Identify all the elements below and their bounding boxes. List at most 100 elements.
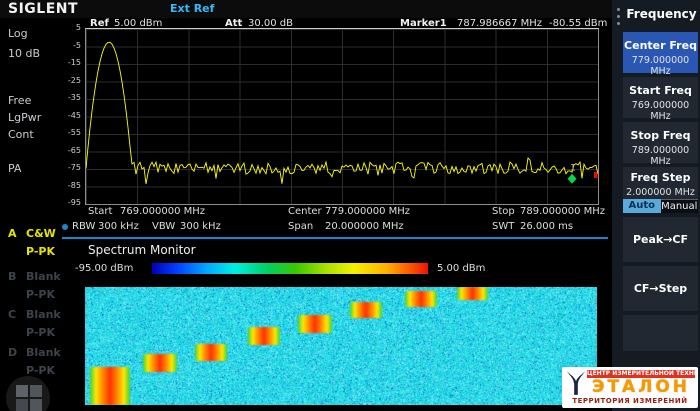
preamp-status: PA bbox=[8, 162, 21, 175]
y-tick: -15 bbox=[60, 59, 81, 67]
spectrum-monitor-title: Spectrum Monitor bbox=[88, 243, 196, 257]
grid-icon bbox=[16, 385, 42, 411]
power-mode: LgPwr bbox=[8, 111, 41, 124]
start-freq-label: Start Freq bbox=[623, 84, 698, 97]
menu-handle[interactable] bbox=[614, 8, 622, 34]
y-tick: -45 bbox=[60, 112, 81, 120]
trace-a-id: A bbox=[8, 227, 17, 240]
trace-a-detector: P-PK bbox=[26, 245, 55, 258]
analyzer-screen: SIGLENT Ext Ref Ref 5.00 dBm Att 30.00 d… bbox=[0, 0, 700, 411]
cf-to-step-label: CF→Step bbox=[634, 282, 687, 295]
spectrogram-noise-canvas bbox=[85, 287, 597, 405]
trigger-mode: Free bbox=[8, 94, 31, 107]
auto-manual-toggle: Auto Manual bbox=[623, 199, 698, 213]
amp-scale-div: 10 dB bbox=[8, 47, 40, 60]
span-label: Span bbox=[288, 221, 313, 233]
y-tick: -75 bbox=[60, 164, 81, 172]
swt-value: 26.000 ms bbox=[520, 221, 573, 233]
trace-d-id: D bbox=[8, 346, 17, 359]
center-value: 779.000000 MHz bbox=[325, 206, 410, 218]
start-label: Start bbox=[88, 206, 112, 218]
spectrum-plot: 1 bbox=[85, 28, 599, 205]
trace-c-detector: P-PK bbox=[26, 326, 55, 339]
trace-b-mode: Blank bbox=[26, 270, 61, 283]
rbw-coupling-dot bbox=[62, 224, 68, 230]
softkey-start-freq[interactable]: Start Freq 769.000000 MHz bbox=[623, 77, 698, 118]
trace-b-id: B bbox=[8, 270, 16, 283]
menu-grid-button[interactable] bbox=[6, 376, 50, 411]
freq-step-label: Freq Step bbox=[623, 171, 698, 184]
brand-logo: SIGLENT bbox=[8, 1, 78, 17]
marker1-diamond-icon[interactable] bbox=[568, 174, 577, 184]
trace-d-mode: Blank bbox=[26, 346, 61, 359]
signal-hop-block bbox=[195, 344, 227, 361]
start-freq-value: 769.000000 MHz bbox=[623, 100, 698, 122]
spectrum-trace: 1 bbox=[86, 29, 598, 204]
softkey-cf-to-step[interactable]: CF→Step bbox=[623, 266, 698, 311]
softkey-empty[interactable] bbox=[623, 315, 698, 351]
rbw-label: RBW bbox=[72, 221, 95, 233]
amp-scale-type: Log bbox=[8, 27, 28, 40]
softkey-peak-to-cf[interactable]: Peak→CF bbox=[623, 217, 698, 262]
signal-hop-block bbox=[298, 315, 332, 333]
freq-step-value: 2.000000 MHz bbox=[623, 187, 698, 198]
trace-b-detector: P-PK bbox=[26, 288, 55, 301]
stop-freq-value: 789.000000 MHz bbox=[623, 145, 698, 167]
y-tick: 5 bbox=[60, 24, 81, 32]
y-axis-ticks: 5-5-15-25-35-45-55-65-75-85-95 bbox=[60, 28, 83, 203]
y-tick: -95 bbox=[60, 199, 81, 207]
swt-label: SWT bbox=[492, 221, 514, 233]
trace-a-mode: C&W bbox=[26, 227, 56, 240]
y-tick: -55 bbox=[60, 129, 81, 137]
start-value: 769.000000 MHz bbox=[120, 206, 205, 218]
sweep-mode: Cont bbox=[8, 128, 34, 141]
softkey-menu: Frequency Center Freq 779.000000 MHz Sta… bbox=[612, 0, 700, 411]
vendor-badge-name: ЭТАЛОН bbox=[587, 378, 695, 397]
colorbar-max-label: 5.00 dBm bbox=[437, 263, 485, 274]
header-bar: SIGLENT Ext Ref bbox=[0, 0, 612, 18]
rbw-value: 300 kHz bbox=[98, 221, 139, 233]
stop-label: Stop bbox=[492, 206, 515, 218]
y-tick: -85 bbox=[60, 182, 81, 190]
trace-a-line bbox=[86, 42, 598, 184]
signal-hop-block bbox=[350, 302, 382, 318]
vendor-badge-text: ЦЕНТР ИЗМЕРИТЕЛЬНОЙ ТЕХНИКИ ЭТАЛОН bbox=[587, 370, 695, 397]
signal-hop-block bbox=[90, 367, 130, 405]
signal-hop-block bbox=[248, 327, 280, 345]
vbw-value: 300 kHz bbox=[180, 221, 221, 233]
signal-hop-block bbox=[405, 291, 437, 307]
softkey-center-freq[interactable]: Center Freq 779.000000 MHz bbox=[623, 32, 698, 73]
vendor-badge-main: ЦЕНТР ИЗМЕРИТЕЛЬНОЙ ТЕХНИКИ ЭТАЛОН bbox=[565, 369, 695, 397]
center-freq-value: 779.000000 MHz bbox=[623, 55, 698, 77]
span-value: 20.000000 MHz bbox=[325, 221, 404, 233]
y-tick: -25 bbox=[60, 77, 81, 85]
amplitude-colorbar bbox=[152, 263, 428, 274]
signal-hop-block bbox=[457, 287, 488, 300]
vendor-badge-tagline-bottom: ТЕРРИТОРИЯ ИЗМЕРЕНИЙ bbox=[565, 397, 695, 406]
center-freq-label: Center Freq bbox=[623, 39, 698, 52]
colorbar-min-label: -95.00 dBm bbox=[75, 263, 133, 274]
peak-to-cf-label: Peak→CF bbox=[633, 233, 688, 246]
vbw-label: VBW bbox=[152, 221, 175, 233]
center-label: Center bbox=[288, 206, 322, 218]
y-tick: -35 bbox=[60, 94, 81, 102]
softkey-list: Center Freq 779.000000 MHz Start Freq 76… bbox=[623, 32, 698, 351]
stop-value: 789.000000 MHz bbox=[520, 206, 605, 218]
trace-d-detector: P-PK bbox=[26, 364, 55, 377]
stop-freq-label: Stop Freq bbox=[623, 129, 698, 142]
vertical-dots-icon bbox=[617, 8, 620, 11]
tuning-fork-icon bbox=[565, 369, 587, 397]
waterfall-display bbox=[85, 287, 597, 405]
section-divider bbox=[62, 237, 608, 239]
softkey-freq-step[interactable]: Freq Step 2.000000 MHz Auto Manual bbox=[623, 167, 698, 213]
trace-c-mode: Blank bbox=[26, 308, 61, 321]
y-tick: -5 bbox=[60, 42, 81, 50]
menu-title: Frequency bbox=[623, 0, 700, 30]
softkey-stop-freq[interactable]: Stop Freq 789.000000 MHz bbox=[623, 122, 698, 163]
y-tick: -65 bbox=[60, 147, 81, 155]
auto-option[interactable]: Auto bbox=[623, 199, 661, 213]
marker1-number: 1 bbox=[570, 164, 576, 174]
trace-c-id: C bbox=[8, 308, 16, 321]
manual-option[interactable]: Manual bbox=[661, 199, 699, 213]
trace-end-tick bbox=[594, 172, 598, 178]
